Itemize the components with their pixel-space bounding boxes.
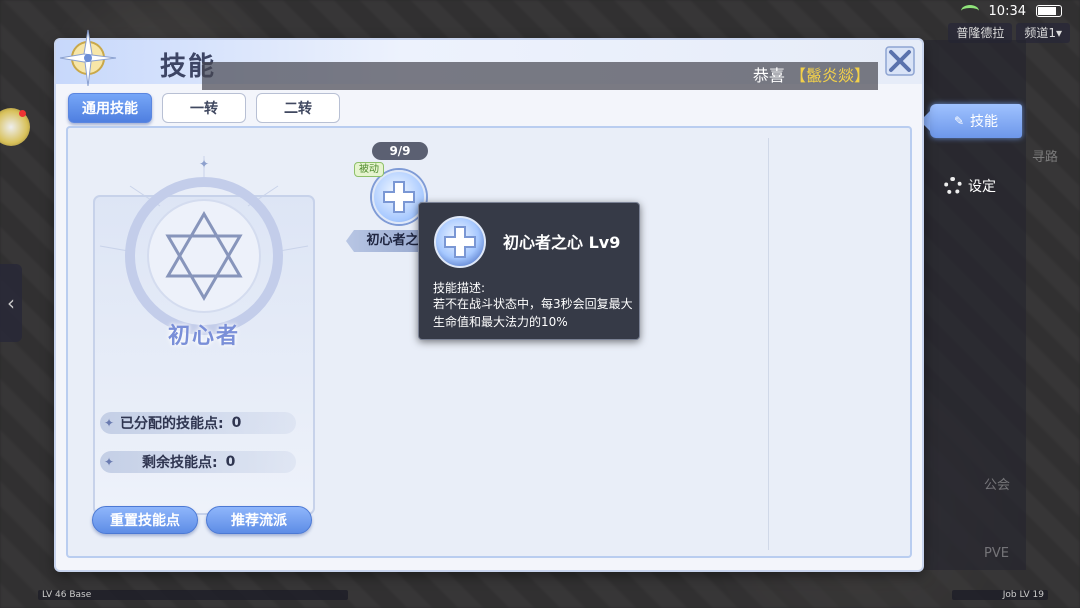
close-icon: [885, 46, 915, 76]
route-label[interactable]: 寻路: [1032, 146, 1058, 165]
remaining-points-label: 剩余技能点:: [142, 455, 218, 471]
side-menu-setting-button[interactable]: 设定: [944, 176, 996, 196]
side-menu-skill-button[interactable]: ✎ 技能: [920, 104, 1022, 138]
skill-level-badge: 9/9: [372, 142, 428, 160]
job-level-bar: Job LV 19: [952, 590, 1048, 600]
tab-second-job[interactable]: 二转: [256, 93, 340, 123]
side-menu-skill-label: 技能: [970, 114, 999, 130]
allocated-points-label: 已分配的技能点:: [120, 416, 224, 432]
notice-highlight: 【鬣炎燚】: [789, 66, 870, 85]
allocated-points-row: 已分配的技能点: 0: [100, 412, 296, 434]
tooltip-description: 若不在战斗状态中，每3秒会回复最大生命值和最大法力的10%: [433, 297, 633, 329]
skill-content-area: ✦ 初心者 已分配的技能点: 0 剩余技能点: 0 重置技能点 推荐流派 9/9…: [66, 126, 912, 558]
cross-shield-icon: [383, 181, 415, 213]
close-button[interactable]: [882, 43, 918, 79]
class-card: ✦ 初心者 已分配的技能点: 0 剩余技能点: 0 重置技能点 推荐流派: [90, 156, 318, 534]
reset-skill-points-button[interactable]: 重置技能点: [92, 506, 198, 534]
skill-book-icon: ✎: [953, 114, 965, 128]
notice-prefix: 恭喜: [752, 66, 785, 85]
clock: 10:34: [988, 3, 1026, 19]
pve-label[interactable]: PVE: [984, 546, 1009, 561]
status-bar: 10:34: [920, 0, 1080, 22]
tab-bar: 通用技能 一转 二转: [68, 93, 340, 123]
passive-badge: 被动: [354, 162, 384, 177]
remaining-points-value: 0: [225, 454, 236, 470]
class-name: 初心者: [167, 324, 240, 349]
gear-icon: [944, 177, 962, 195]
skill-tooltip: 初心者之心 Lv9 技能描述: 若不在战斗状态中，每3秒会回复最大生命值和最大法…: [418, 202, 640, 340]
tooltip-desc-label: 技能描述:: [433, 281, 486, 295]
chevron-left-icon: ‹: [7, 291, 15, 315]
side-menu-setting-label: 设定: [968, 179, 996, 195]
skill-tooltip-icon: [434, 216, 486, 268]
content-divider: [768, 138, 769, 550]
base-level-bar: LV 46 Base: [38, 590, 348, 600]
notice-bar: 恭喜 【鬣炎燚】: [202, 62, 878, 90]
allocated-points-value: 0: [231, 415, 242, 431]
wifi-icon: [960, 5, 979, 17]
svg-text:✦: ✦: [199, 157, 209, 171]
tooltip-title: 初心者之心 Lv9: [503, 233, 621, 252]
remaining-points-row: 剩余技能点: 0: [100, 451, 296, 473]
battery-icon: [1036, 5, 1062, 17]
left-collapse-tab[interactable]: ‹: [0, 264, 22, 342]
guild-label[interactable]: 公会: [984, 474, 1010, 493]
recommend-build-button[interactable]: 推荐流派: [206, 506, 312, 534]
tab-first-job[interactable]: 一转: [162, 93, 246, 123]
tab-general-skills[interactable]: 通用技能: [68, 93, 152, 123]
compass-emblem-icon: [59, 29, 117, 87]
